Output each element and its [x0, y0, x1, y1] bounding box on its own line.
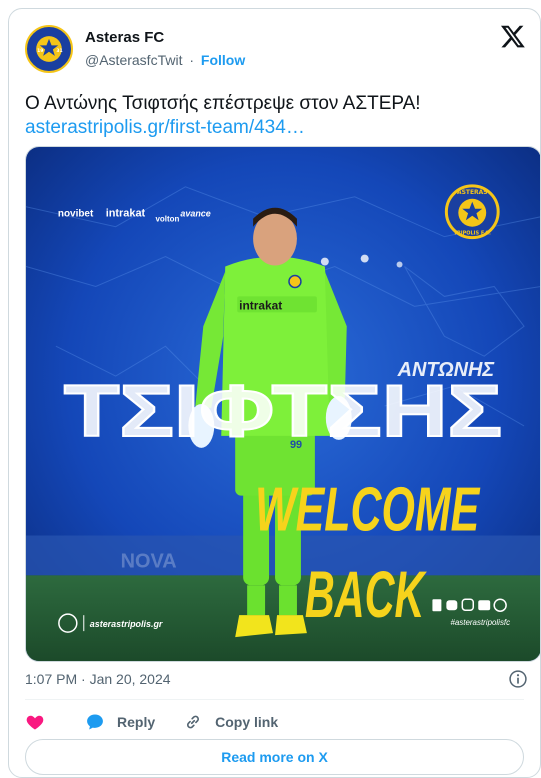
crest-badge: ASTERAS TRIPOLIS F.C. — [444, 184, 500, 240]
youtube-icon — [478, 600, 491, 611]
copy-link-label: Copy link — [215, 714, 279, 730]
player-last-name: ΤΣΙΦΤΣΗΣ — [64, 369, 502, 452]
shirt-sponsor: intrakat — [239, 298, 282, 312]
copy-link-button[interactable]: Copy link — [183, 712, 278, 732]
divider — [25, 699, 524, 700]
welcome-back-poster: NOVA novibet intrakat volton avance ASTE… — [26, 147, 540, 661]
tweet-text: Ο Αντώνης Τσιφτσής επέστρεψε στον ΑΣΤΕΡΑ… — [25, 93, 421, 114]
author-handle[interactable]: @AsterasfcTwit — [85, 52, 182, 68]
like-button[interactable] — [25, 712, 57, 732]
sponsor-volton: volton — [155, 215, 179, 224]
tweet-link[interactable]: asterastripolis.gr/first-team/434… — [25, 115, 305, 140]
avatar-year-right: 31 — [56, 48, 62, 54]
follow-button[interactable]: Follow — [201, 52, 245, 68]
x-logo-icon[interactable] — [500, 23, 526, 49]
reply-label: Reply — [117, 714, 156, 730]
crest-name: ASTERAS — [457, 189, 488, 196]
crest-subtext: TRIPOLIS F.C. — [454, 231, 491, 237]
author-handle-row: @AsterasfcTwit · Follow — [85, 52, 245, 68]
reply-button[interactable]: Reply — [85, 712, 155, 732]
sponsor-avance: avance — [180, 209, 210, 219]
action-bar: Reply Copy link — [25, 711, 306, 733]
social-handle: #asterastripolisfc — [450, 618, 510, 627]
author-avatar[interactable]: 19 31 — [25, 25, 73, 73]
facebook-icon — [432, 599, 442, 612]
info-icon[interactable] — [508, 669, 528, 689]
sponsor-novibet: novibet — [58, 209, 94, 220]
reply-bubble-icon — [87, 714, 103, 730]
author-name[interactable]: Asteras FC — [85, 29, 164, 46]
tweet-media[interactable]: NOVA novibet intrakat volton avance ASTE… — [25, 146, 540, 662]
read-more-button[interactable]: Read more on X — [25, 739, 524, 775]
tweet-timestamp[interactable]: 1:07 PM · Jan 20, 2024 — [25, 671, 171, 687]
headline-welcome: WELCOME — [255, 476, 480, 545]
headline-back: BACK — [305, 557, 427, 631]
heart-icon — [26, 715, 44, 730]
asteras-crest-icon: 19 31 — [28, 28, 70, 70]
stadium-banner: NOVA — [121, 550, 177, 572]
website-text: asterastripolis.gr — [90, 619, 163, 629]
link-icon — [187, 715, 200, 729]
twitter-icon — [446, 600, 458, 611]
sponsor-intrakat: intrakat — [106, 208, 146, 220]
avatar-year-left: 19 — [37, 48, 43, 54]
tweet-card: 19 31 Asteras FC @AsterasfcTwit · Follow… — [8, 8, 541, 778]
separator-dot: · — [189, 52, 195, 68]
